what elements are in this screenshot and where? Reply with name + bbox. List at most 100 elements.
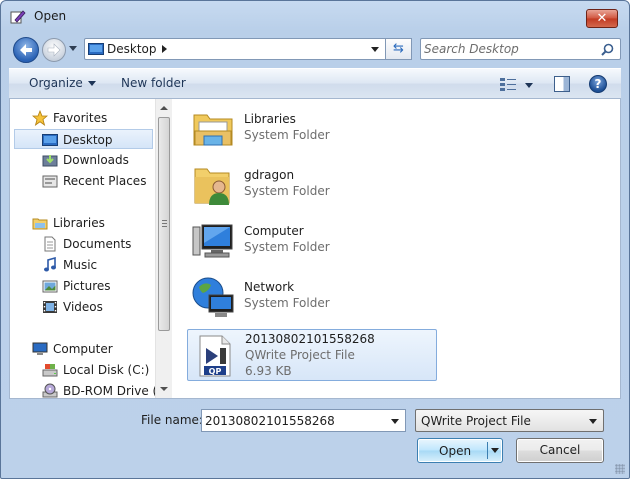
help-icon[interactable]: ? — [589, 75, 607, 93]
close-icon: ✕ — [596, 11, 608, 26]
organize-label: Organize — [29, 76, 83, 90]
nav-label: Music — [63, 258, 98, 272]
close-button[interactable]: ✕ — [586, 9, 618, 28]
file-item-network[interactable]: Network System Folder — [187, 271, 437, 323]
scroll-up-icon[interactable] — [160, 106, 168, 110]
search-input[interactable] — [424, 41, 594, 57]
open-label: Open — [439, 444, 472, 458]
resize-grip[interactable] — [615, 464, 625, 474]
search-icon[interactable] — [601, 43, 614, 56]
recent-places-icon — [42, 175, 58, 188]
qwrite-file-icon: QP — [199, 335, 231, 377]
new-folder-button[interactable]: New folder — [121, 76, 186, 90]
nav-label: Computer — [53, 342, 113, 356]
file-item-computer[interactable]: Computer System Folder — [187, 215, 437, 267]
nav-bd-rom[interactable]: BD-ROM Drive (D — [10, 381, 155, 398]
refresh-icon: ⇆ — [393, 41, 404, 56]
computer-icon — [32, 342, 48, 355]
file-type-dropdown-icon[interactable] — [589, 419, 597, 424]
organize-button[interactable]: Organize — [29, 76, 96, 90]
computer-icon — [192, 224, 233, 258]
file-type: System Folder — [244, 184, 330, 198]
open-dialog: Open ✕ Desktop ⇆ Org — [0, 0, 630, 479]
nav-documents[interactable]: Documents — [10, 234, 155, 254]
arrow-right-icon — [47, 43, 61, 57]
back-button[interactable] — [13, 37, 39, 63]
downloads-folder-icon — [42, 155, 58, 167]
file-item-user[interactable]: gdragon System Folder — [187, 159, 437, 211]
open-options-dropdown-icon[interactable] — [491, 448, 499, 453]
title-bar[interactable]: Open ✕ — [1, 1, 629, 31]
nav-label: Favorites — [53, 111, 108, 125]
nav-libraries[interactable]: Libraries — [10, 213, 155, 233]
hard-drive-icon — [42, 364, 58, 377]
nav-label: Recent Places — [63, 174, 147, 188]
file-type: System Folder — [244, 128, 330, 142]
file-list: Libraries System Folder gdragon System F… — [173, 99, 621, 398]
grip-icon — [162, 220, 167, 227]
main-area: Favorites Desktop Downloads Recent Place… — [9, 99, 621, 399]
nav-label: Videos — [63, 300, 103, 314]
documents-icon — [44, 236, 56, 252]
file-name-label: File name: — [141, 413, 203, 427]
nav-music[interactable]: Music — [10, 255, 155, 275]
nav-videos[interactable]: Videos — [10, 297, 155, 317]
file-type-select[interactable]: QWrite Project File — [415, 409, 604, 432]
nav-desktop[interactable]: Desktop — [14, 129, 153, 149]
view-options-dropdown[interactable] — [525, 83, 533, 88]
nav-favorites[interactable]: Favorites — [10, 108, 155, 128]
scroll-thumb[interactable] — [158, 117, 170, 331]
address-location[interactable]: Desktop — [107, 42, 157, 56]
cancel-button[interactable]: Cancel — [516, 438, 604, 463]
file-type-value: QWrite Project File — [421, 414, 531, 428]
recent-locations-dropdown[interactable] — [69, 46, 77, 51]
nav-label: Pictures — [63, 279, 111, 293]
file-name: 20130802101558268 — [245, 332, 375, 346]
split-divider — [487, 442, 488, 459]
desktop-icon — [88, 43, 104, 55]
chevron-down-icon — [87, 81, 96, 86]
nav-label: Desktop — [63, 133, 113, 147]
star-icon — [32, 110, 48, 126]
file-name-combobox[interactable] — [201, 409, 406, 432]
arrow-left-icon — [20, 44, 32, 56]
file-size: 6.93 KB — [245, 364, 292, 378]
nav-scrollbar[interactable] — [155, 99, 172, 398]
nav-computer[interactable]: Computer — [10, 339, 155, 359]
user-folder-icon — [194, 168, 230, 205]
pictures-icon — [42, 280, 58, 293]
window-title: Open — [34, 9, 67, 23]
preview-pane-icon[interactable] — [554, 76, 570, 92]
file-name-input[interactable] — [205, 413, 375, 429]
nav-label: Local Disk (C:) — [63, 363, 150, 377]
open-button[interactable]: Open — [417, 438, 503, 463]
nav-label: Downloads — [63, 153, 129, 167]
file-item-qwrite-project[interactable]: QP 20130802101558268 QWrite Project File… — [187, 329, 437, 381]
address-dropdown-icon[interactable] — [371, 47, 379, 52]
optical-drive-icon — [42, 383, 58, 398]
refresh-button[interactable]: ⇆ — [386, 38, 412, 60]
nav-downloads[interactable]: Downloads — [10, 150, 155, 170]
file-name: Network — [244, 280, 295, 294]
file-type: System Folder — [244, 296, 330, 310]
file-name: Computer — [244, 224, 304, 238]
change-view-icon[interactable] — [499, 77, 517, 92]
file-name: gdragon — [244, 168, 295, 182]
nav-recent-places[interactable]: Recent Places — [10, 171, 155, 191]
libraries-icon — [32, 218, 48, 230]
address-bar[interactable]: Desktop — [84, 38, 386, 60]
chevron-right-icon[interactable] — [162, 45, 167, 53]
nav-pictures[interactable]: Pictures — [10, 276, 155, 296]
music-icon — [44, 257, 56, 272]
network-globe-icon — [192, 277, 234, 317]
nav-label: Libraries — [53, 216, 105, 230]
videos-icon — [43, 301, 57, 313]
search-box[interactable] — [420, 38, 621, 60]
file-badge: QP — [209, 367, 222, 376]
scroll-down-icon[interactable] — [160, 387, 168, 391]
file-name-dropdown-icon[interactable] — [391, 419, 399, 424]
file-item-libraries[interactable]: Libraries System Folder — [187, 103, 437, 155]
forward-button[interactable] — [42, 38, 66, 62]
nav-local-disk[interactable]: Local Disk (C:) — [10, 360, 155, 380]
pencil-icon — [10, 10, 26, 24]
